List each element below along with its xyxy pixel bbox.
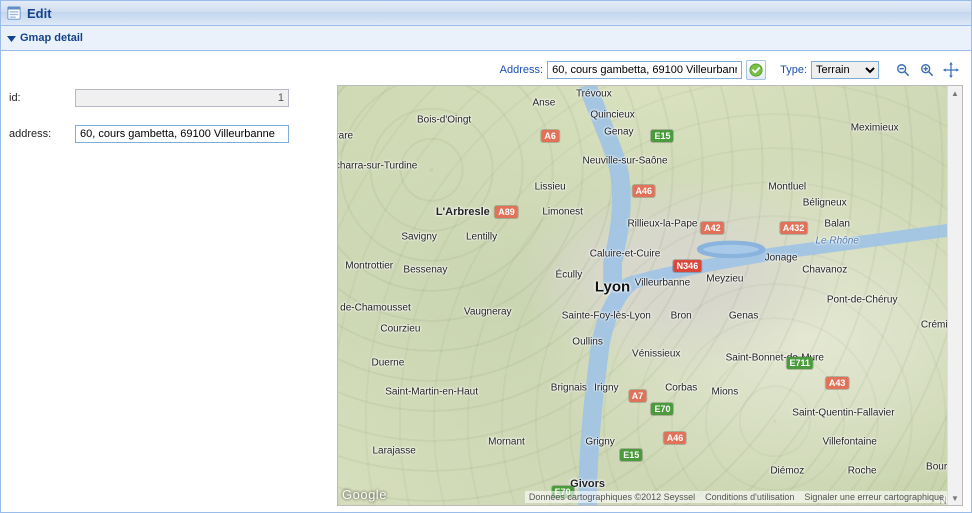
map-pane: Address: Type: RoadmapSatelliteHybridTer… <box>337 59 963 506</box>
zoom-out-icon <box>896 63 910 77</box>
id-label: id: <box>9 92 75 104</box>
address-label: address: <box>9 128 75 140</box>
map-report-link[interactable]: Signaler une erreur cartographique <box>804 492 944 502</box>
toolbar-address-label: Address: <box>500 64 543 76</box>
panel-body: id: address: Address: Type: <box>1 51 971 513</box>
address-field[interactable] <box>75 125 289 143</box>
pan-button[interactable] <box>941 60 961 80</box>
map-toolbar: Address: Type: RoadmapSatelliteHybridTer… <box>337 59 963 85</box>
map-vertical-scrollbar[interactable]: ▲ ▼ <box>947 86 962 505</box>
panel-title: Gmap detail <box>20 32 83 44</box>
map[interactable]: Le Rhône LyonVilleurbanneCaluire-et-Cuir… <box>337 85 963 506</box>
collapse-icon[interactable] <box>7 34 16 43</box>
address-confirm-button[interactable] <box>746 60 766 80</box>
toolbar-type-label: Type: <box>780 64 807 76</box>
panel-header[interactable]: Gmap detail <box>1 26 971 51</box>
move-icon <box>943 62 959 78</box>
form-pane: id: address: <box>9 59 329 506</box>
window-title: Edit <box>27 6 52 21</box>
map-type-select[interactable]: RoadmapSatelliteHybridTerrain <box>811 61 879 79</box>
edit-window: Edit Gmap detail id: address: Address: <box>0 0 972 513</box>
id-field <box>75 89 289 107</box>
zoom-in-button[interactable] <box>917 60 937 80</box>
zoom-out-button[interactable] <box>893 60 913 80</box>
form-icon <box>7 6 21 20</box>
map-copyright: Données cartographiques ©2012 Seyssel <box>529 492 695 502</box>
scroll-down-button[interactable]: ▼ <box>948 491 962 505</box>
map-terms-link[interactable]: Conditions d'utilisation <box>705 492 794 502</box>
map-attribution: Données cartographiques ©2012 Seyssel Co… <box>525 491 948 503</box>
toolbar-address-input[interactable] <box>547 61 742 79</box>
titlebar: Edit <box>1 1 971 26</box>
zoom-in-icon <box>920 63 934 77</box>
scroll-up-button[interactable]: ▲ <box>948 86 962 100</box>
check-icon <box>749 63 763 77</box>
map-terrain-layer <box>338 86 962 505</box>
